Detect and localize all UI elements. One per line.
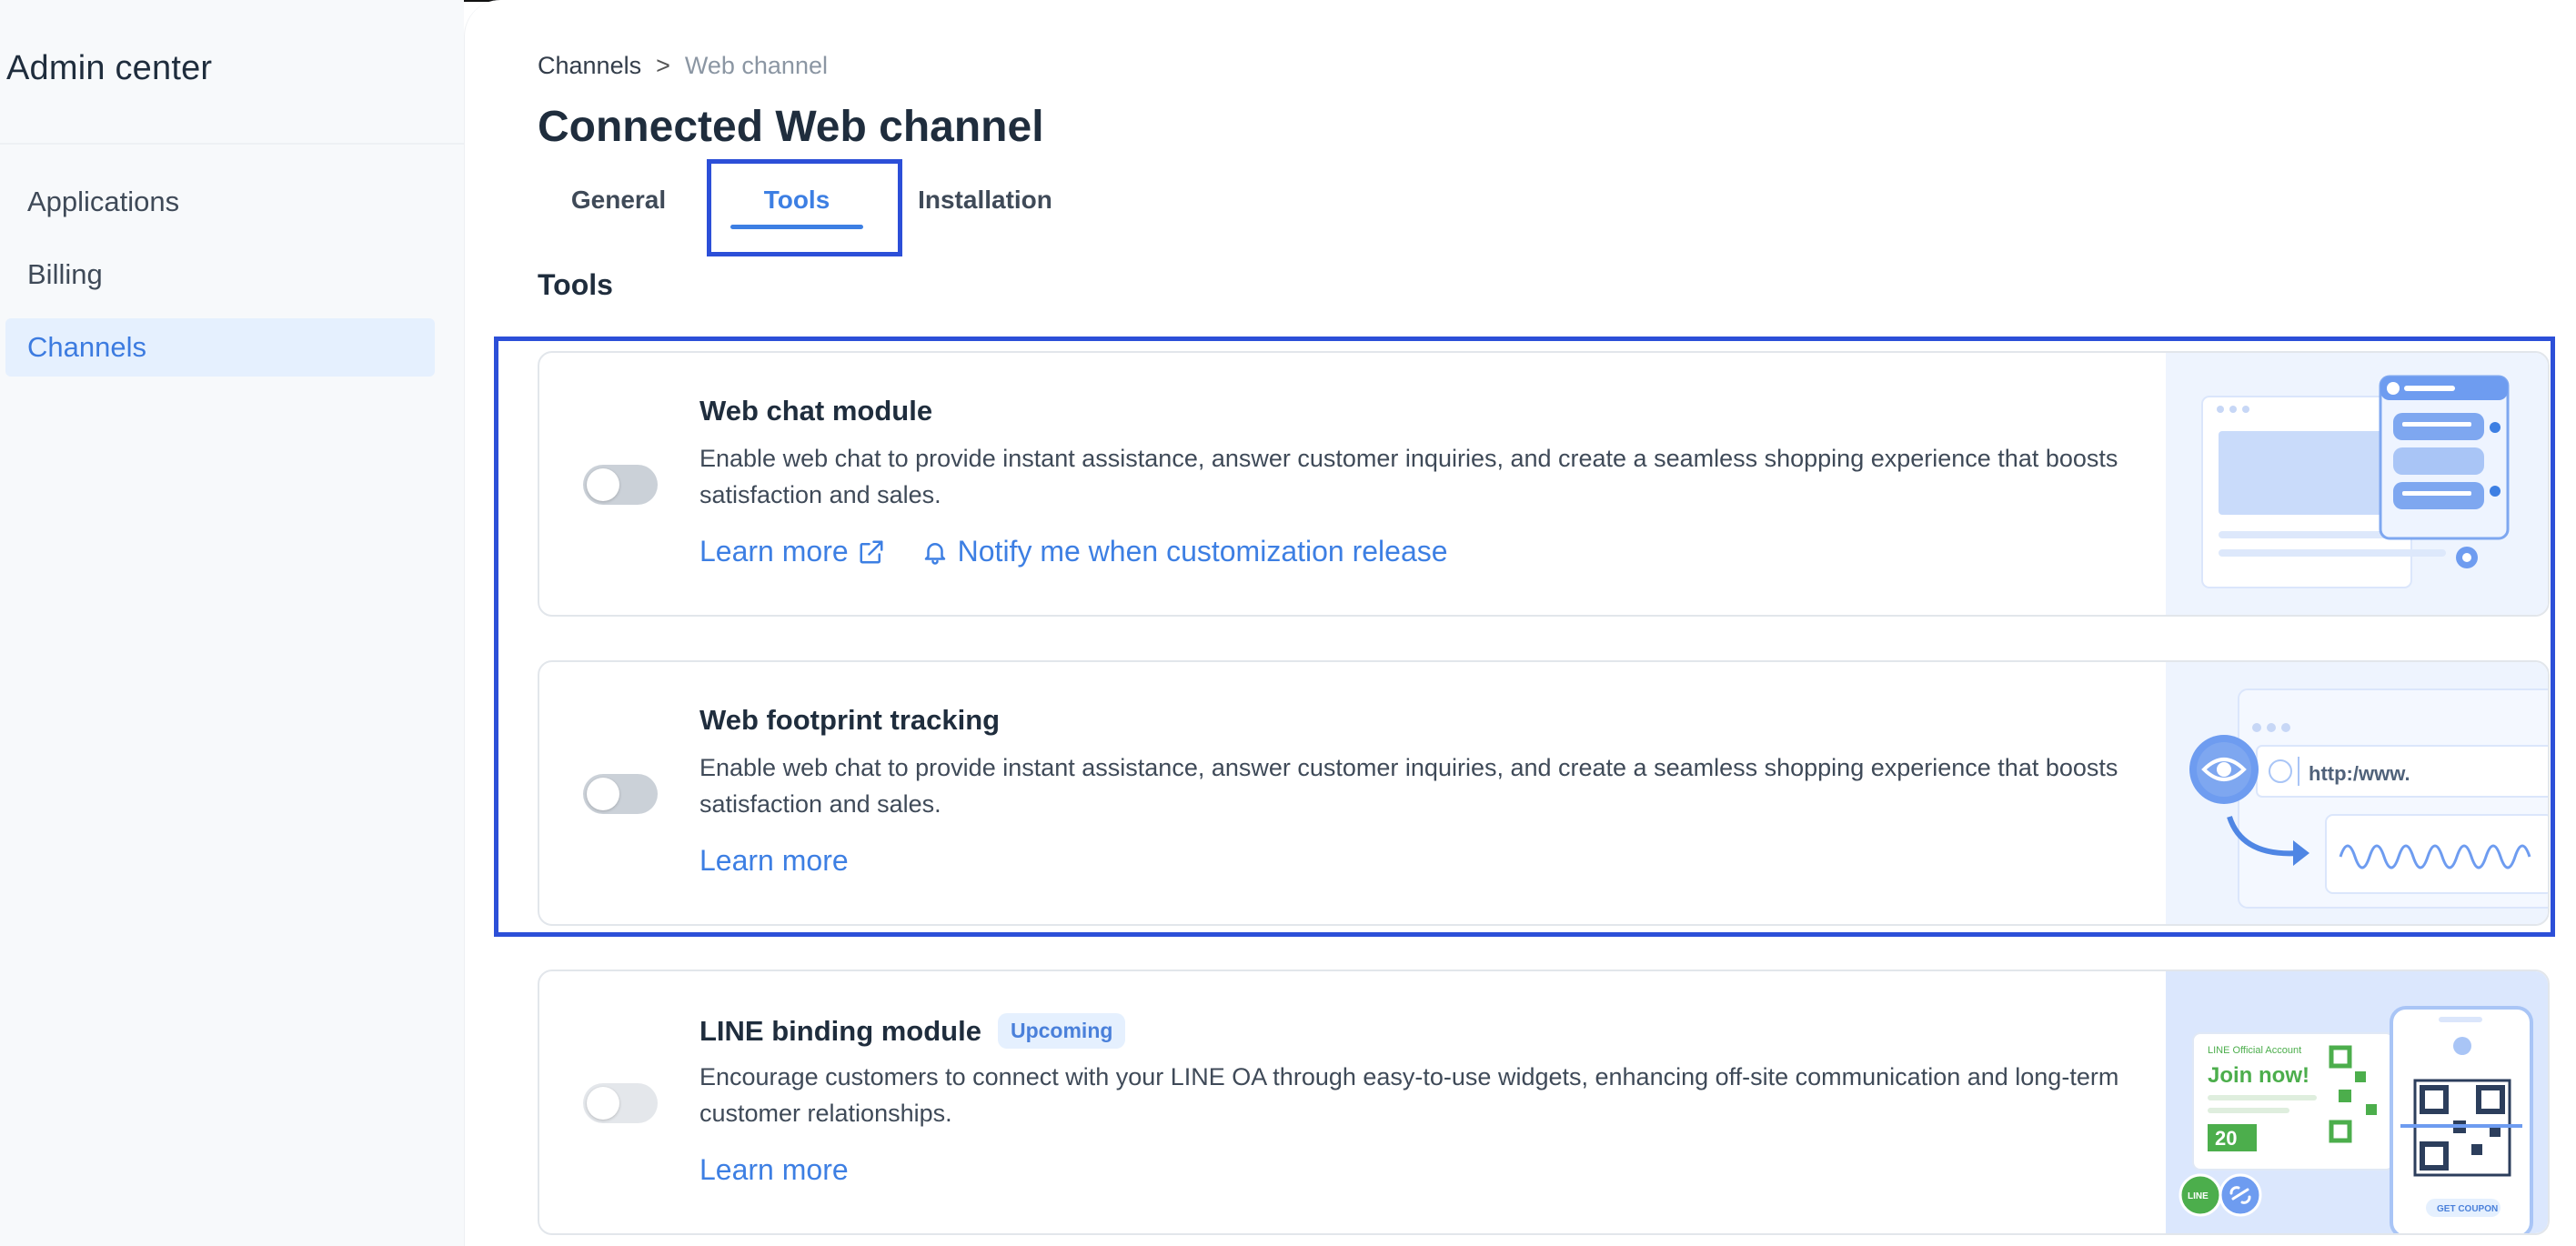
tab-installation[interactable]: Installation (894, 164, 1076, 255)
illus-join-now: Join now! (2208, 1063, 2309, 1088)
line-binding-illustration: LINE Official Account Join now! 20 GET C… (2166, 971, 2548, 1233)
tab-installation-label: Installation (918, 186, 1052, 214)
sidebar-title: Admin center (6, 49, 213, 87)
line-binding-module-card: LINE binding module Upcoming Encourage c… (538, 970, 2550, 1235)
breadcrumb-channels[interactable]: Channels (538, 52, 641, 80)
illus-discount: 20 (2215, 1127, 2237, 1150)
tools-tab-highlight-box (707, 159, 902, 256)
sidebar-item-channels[interactable]: Channels (5, 318, 435, 377)
tools-cards-highlight-box (494, 337, 2555, 937)
sidebar-item-billing[interactable]: Billing (5, 246, 435, 304)
line-binding-illustration-graphic: LINE Official Account Join now! 20 GET C… (2179, 1006, 2533, 1233)
learn-more-label: Learn more (699, 1153, 849, 1186)
line-binding-module-toggle[interactable] (583, 1083, 658, 1123)
breadcrumb-current: Web channel (684, 52, 828, 79)
section-title: Tools (538, 268, 613, 301)
illus-line-logo: LINE (2188, 1191, 2209, 1201)
sidebar-item-applications[interactable]: Applications (5, 173, 435, 231)
card-links: Learn more (699, 1153, 849, 1187)
card-title: LINE binding module Upcoming (699, 1013, 1126, 1049)
tab-general-label: General (570, 186, 667, 214)
illus-line-header: LINE Official Account (2208, 1045, 2301, 1056)
toggle-knob (587, 1087, 619, 1120)
breadcrumb-separator: > (656, 52, 670, 79)
sidebar: Admin center Applications Billing Channe… (0, 0, 464, 1246)
learn-more-link[interactable]: Learn more (699, 1153, 849, 1187)
tab-general[interactable]: General (538, 164, 699, 255)
card-description: Encourage customers to connect with your… (699, 1063, 2119, 1127)
sidebar-divider (0, 143, 464, 145)
page-title: Connected Web channel (538, 103, 1044, 151)
breadcrumb: Channels > Web channel (538, 52, 828, 80)
card-title-text: LINE binding module (699, 1014, 981, 1047)
upcoming-badge: Upcoming (997, 1013, 1126, 1049)
illus-get-coupon: GET COUPON (2437, 1204, 2498, 1214)
